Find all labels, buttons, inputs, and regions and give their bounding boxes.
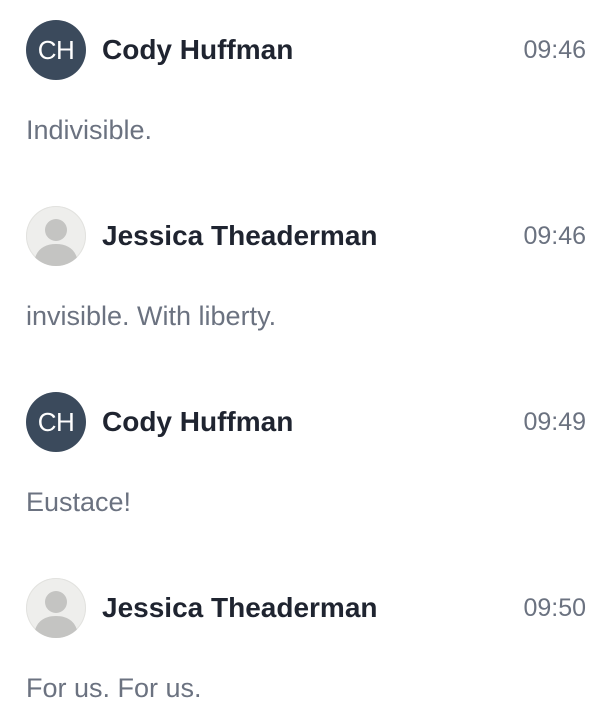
message-timestamp: 09:46 (523, 222, 586, 250)
message-thread: CH Cody Huffman 09:46 Indivisible. Jessi… (0, 0, 606, 720)
message-item: Jessica Theaderman 09:50 For us. For us. (0, 558, 606, 720)
message-text: invisible. With liberty. (26, 301, 277, 331)
avatar[interactable]: CH (26, 20, 86, 80)
message-header: CH Cody Huffman 09:46 (26, 20, 586, 80)
message-timestamp: 09:50 (523, 594, 586, 622)
message-header: Jessica Theaderman 09:50 (26, 578, 586, 638)
message-item: Jessica Theaderman 09:46 invisible. With… (0, 186, 606, 372)
sender-name[interactable]: Cody Huffman (102, 392, 293, 452)
avatar[interactable] (26, 578, 86, 638)
message-text: Indivisible. (26, 115, 153, 145)
avatar[interactable] (26, 206, 86, 266)
sender-name[interactable]: Jessica Theaderman (102, 578, 378, 638)
message-header: Jessica Theaderman 09:46 (26, 206, 586, 266)
sender-name[interactable]: Jessica Theaderman (102, 206, 378, 266)
avatar[interactable]: CH (26, 392, 86, 452)
message-timestamp: 09:46 (523, 36, 586, 64)
message-text: For us. For us. (26, 673, 202, 703)
sender-name[interactable]: Cody Huffman (102, 20, 293, 80)
message-text: Eustace! (26, 487, 132, 517)
message-header: CH Cody Huffman 09:49 (26, 392, 586, 452)
default-user-icon (34, 219, 78, 266)
message-timestamp: 09:49 (523, 408, 586, 436)
message-item: CH Cody Huffman 09:46 Indivisible. (0, 0, 606, 186)
message-item: CH Cody Huffman 09:49 Eustace! (0, 372, 606, 558)
default-user-icon (34, 591, 78, 638)
